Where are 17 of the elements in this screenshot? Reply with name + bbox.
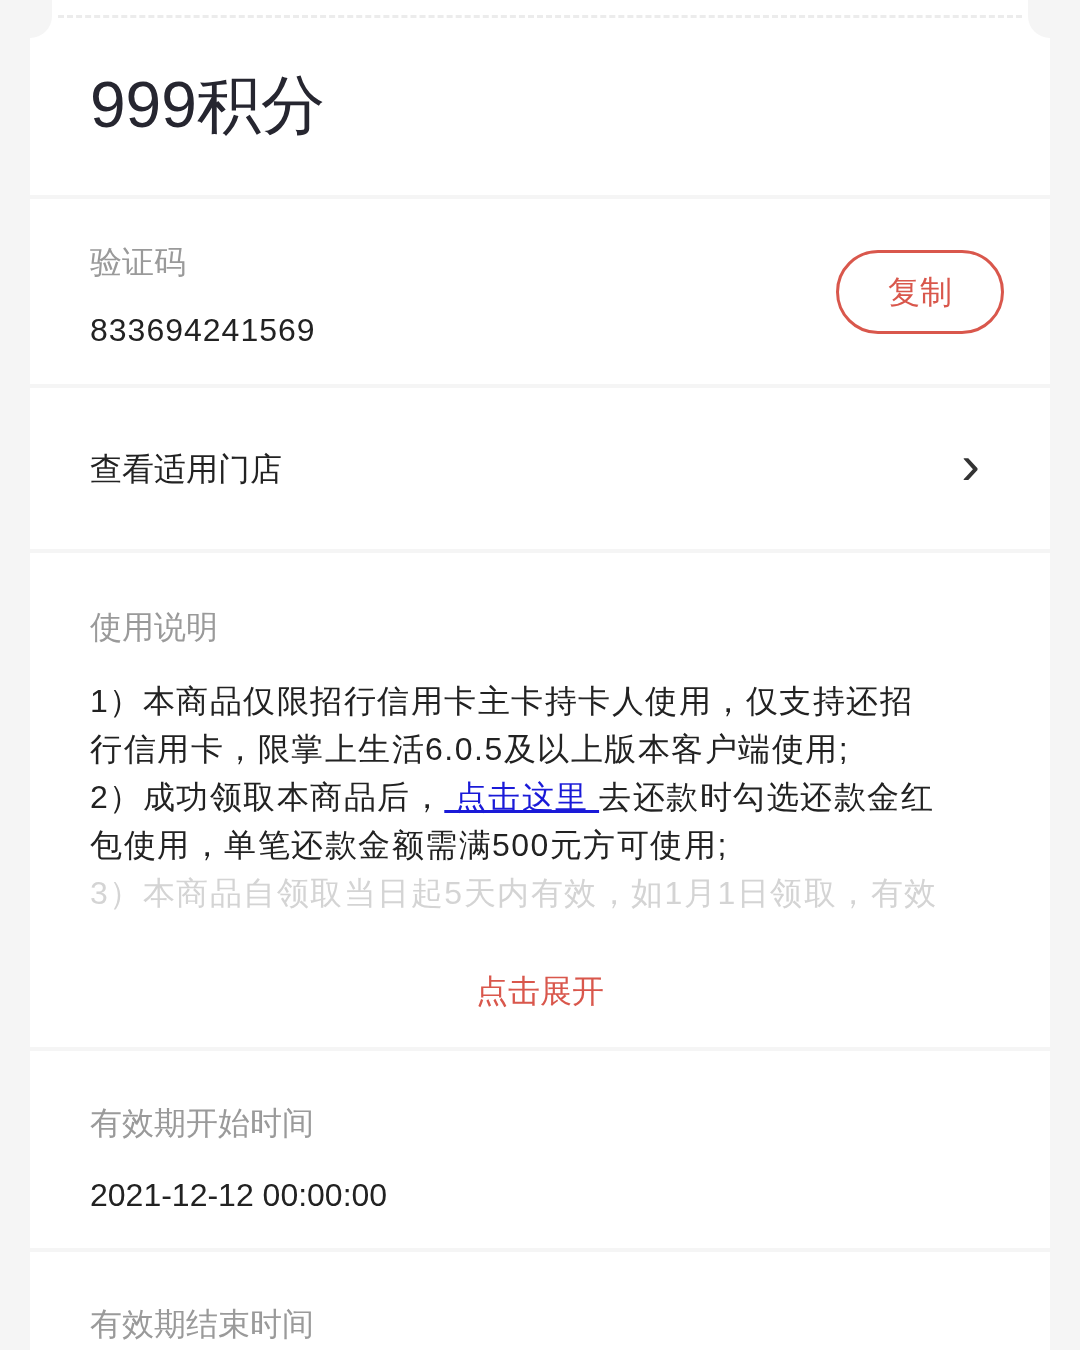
inline-link[interactable]: 点击这里 <box>444 773 600 821</box>
points-title: 999积分 <box>90 67 325 143</box>
field-label: 有效期开始时间 <box>90 1104 315 1143</box>
field-label: 有效期结束时间 <box>90 1305 315 1344</box>
code-value: 833694241569 <box>90 310 316 350</box>
store-link-row[interactable]: 查看适用门店 › <box>30 388 1050 549</box>
store-link-label: 查看适用门店 <box>90 449 282 489</box>
section-label: 使用说明 <box>90 608 219 647</box>
chevron-icon: › <box>961 436 980 493</box>
field-value: 2021-12-12 00:00:00 <box>90 1176 389 1215</box>
instruction-text: 2）成功领取本商品后， <box>90 778 445 817</box>
instruction-text: 1）本商品仅限招行信用卡主卡持卡人使用，仅支持还招 <box>90 682 914 721</box>
expand-button[interactable]: 点击展开 <box>476 967 604 1015</box>
field-label: 验证码 <box>90 242 187 282</box>
instruction-text: 行信用卡，限掌上生活6.0.5及以上版本客户端使用; <box>90 730 850 769</box>
instruction-text: 包使用，单笔还款金额需满500元方可使用; <box>90 826 728 865</box>
copy-button[interactable]: 复制 <box>836 249 1004 334</box>
